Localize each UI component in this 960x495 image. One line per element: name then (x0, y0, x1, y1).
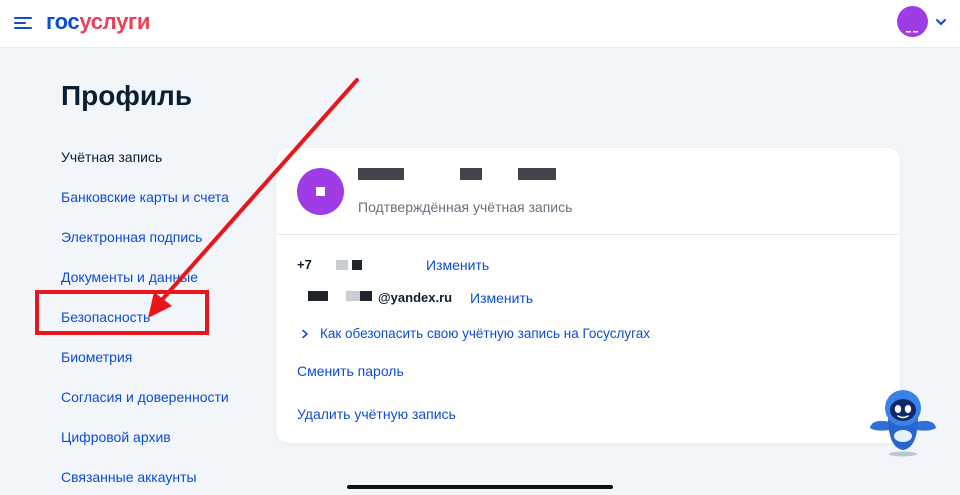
home-indicator (347, 485, 613, 489)
phone-value: +7 (297, 257, 312, 272)
user-avatar[interactable] (897, 6, 928, 37)
gosuslugi-logo[interactable]: госуслуги (46, 9, 150, 35)
change-password-link[interactable]: Сменить пароль (297, 363, 404, 379)
redacted-full-name (358, 168, 608, 184)
top-header: госуслуги (0, 0, 960, 48)
delete-account-link[interactable]: Удалить учётную запись (297, 406, 456, 422)
security-tip-link[interactable]: Как обезопасить свою учётную запись на Г… (320, 326, 650, 341)
redacted-phone-part (352, 260, 362, 270)
sidebar-item-consents[interactable]: Согласия и доверенности (61, 389, 229, 405)
sidebar-item-digital-archive[interactable]: Цифровой архив (61, 429, 171, 445)
redacted-email-part (308, 291, 328, 301)
annotation-highlight-box (35, 290, 209, 335)
account-status: Подтверждённая учётная запись (358, 199, 573, 215)
chevron-down-icon[interactable] (934, 15, 948, 29)
card-divider (276, 234, 900, 235)
redacted-email-part (346, 291, 360, 301)
sidebar-item-documents[interactable]: Документы и данные (61, 269, 198, 285)
sidebar-item-digital-signature[interactable]: Электронная подпись (61, 229, 202, 245)
change-phone-link[interactable]: Изменить (426, 257, 489, 273)
assistant-robot-icon[interactable] (868, 388, 938, 458)
sidebar-item-account[interactable]: Учётная запись (61, 149, 162, 165)
redacted-email-part (360, 291, 372, 301)
menu-icon[interactable] (14, 14, 32, 32)
redacted-phone-part (336, 260, 348, 270)
sidebar-item-linked-accounts[interactable]: Связанные аккаунты (61, 469, 197, 485)
sidebar-item-biometrics[interactable]: Биометрия (61, 349, 132, 365)
profile-avatar (297, 168, 344, 215)
sidebar-item-bank-cards[interactable]: Банковские карты и счета (61, 189, 229, 205)
email-value: @yandex.ru (378, 290, 453, 305)
account-card: Подтверждённая учётная запись +7 Изменит… (276, 148, 900, 443)
logo-text-gos: гос (46, 9, 80, 34)
logo-text-uslugi: услуги (79, 9, 151, 34)
chevron-right-icon (302, 329, 308, 339)
change-email-link[interactable]: Изменить (470, 290, 533, 306)
page-title: Профиль (61, 80, 193, 111)
